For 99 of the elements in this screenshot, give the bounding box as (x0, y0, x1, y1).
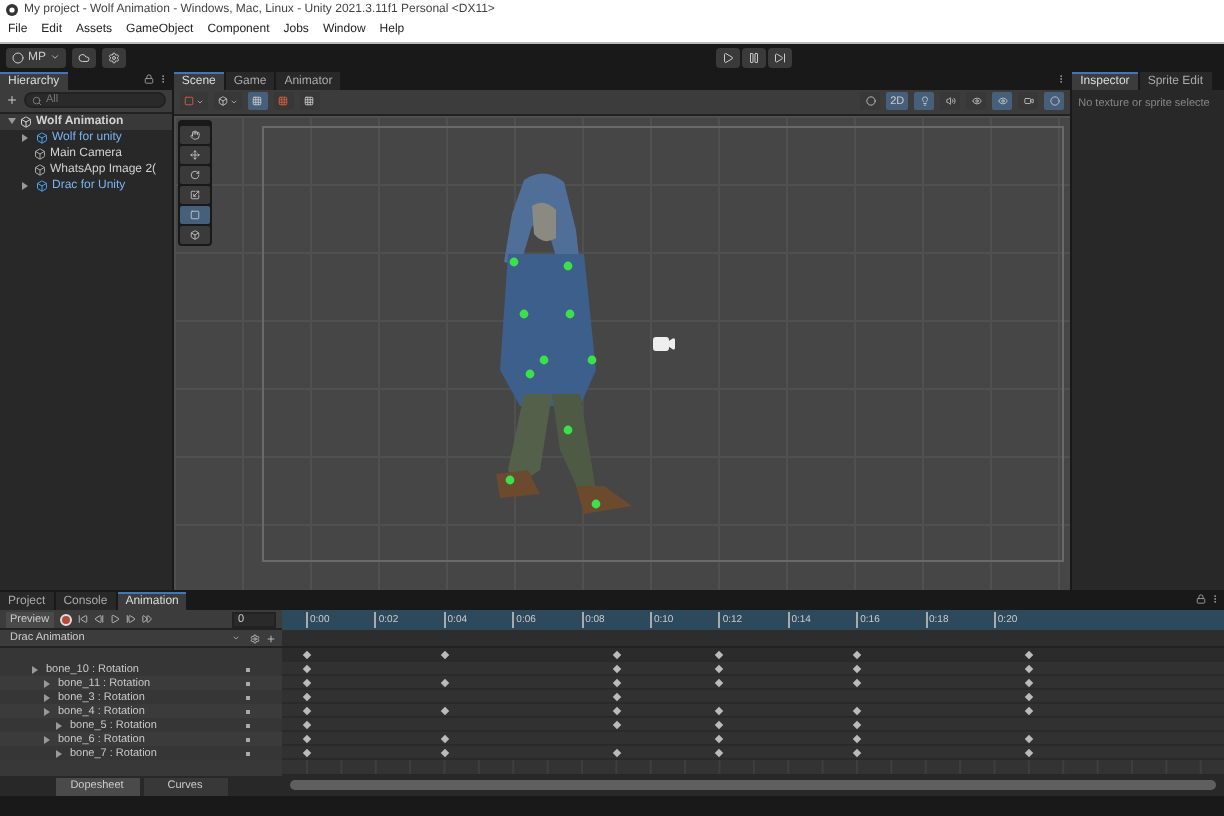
keyframe-icon[interactable] (302, 735, 312, 744)
audio-button[interactable] (940, 92, 961, 111)
step-button[interactable] (768, 47, 792, 68)
keyframe-icon[interactable] (715, 749, 724, 758)
keyframe-icon[interactable] (853, 749, 862, 758)
keyframe-icon[interactable] (440, 679, 449, 688)
keyframe-icon[interactable] (302, 679, 312, 688)
shading-button[interactable] (213, 92, 242, 111)
keyframe-icon[interactable] (612, 679, 621, 688)
tool-button[interactable] (179, 165, 210, 184)
keyframe-icon[interactable] (612, 749, 621, 758)
visibility-button[interactable] (992, 92, 1013, 111)
keyframe-icon[interactable] (715, 707, 724, 716)
camera-button[interactable] (1018, 92, 1039, 111)
grid-icon (278, 96, 289, 107)
caret-icon (50, 52, 60, 63)
grid-button[interactable] (247, 92, 268, 111)
cloud-button[interactable] (72, 47, 96, 68)
keyframe-icon[interactable] (302, 707, 312, 716)
keyframe-icon[interactable] (1025, 735, 1034, 744)
keyframe-icon[interactable] (715, 665, 724, 674)
keyframe-icon[interactable] (440, 707, 449, 716)
cube-icon (36, 179, 48, 192)
keyframe-icon[interactable] (715, 735, 724, 744)
pause-icon (748, 51, 760, 64)
keyframe-icon[interactable] (302, 665, 312, 674)
play-icon (722, 51, 734, 64)
last-frame-icon[interactable] (141, 614, 152, 625)
keyframe-icon[interactable] (1025, 679, 1034, 688)
tool-button[interactable] (179, 205, 210, 224)
keyframe-icon[interactable] (440, 735, 449, 744)
cube-icon (34, 163, 46, 176)
cube-icon (34, 147, 46, 160)
pause-button[interactable] (742, 47, 766, 68)
next-frame-icon[interactable] (125, 614, 136, 625)
keyframe-icon[interactable] (302, 693, 312, 702)
camera-icon (651, 331, 676, 356)
tool-button[interactable] (179, 145, 210, 164)
play-button[interactable] (716, 47, 740, 68)
grid-icon (252, 96, 263, 107)
rotate-icon (189, 169, 200, 180)
increment-button[interactable] (299, 92, 320, 111)
keyframe-icon[interactable] (1025, 707, 1034, 716)
keyframe-icon[interactable] (612, 707, 621, 716)
keyframe-icon[interactable] (1025, 651, 1034, 660)
grid-icon (304, 96, 315, 107)
camera-icon (1023, 96, 1034, 107)
settings-icon (108, 51, 120, 64)
hand-icon (189, 129, 200, 140)
keyframe-icon[interactable] (853, 651, 862, 660)
keyframe-icon[interactable] (853, 735, 862, 744)
render-button[interactable] (860, 92, 881, 111)
keyframe-icon[interactable] (302, 749, 312, 758)
lock-icon[interactable] (1196, 594, 1206, 605)
keyframe-icon[interactable] (612, 651, 621, 660)
move-icon (189, 149, 200, 160)
keyframe-icon[interactable] (1025, 749, 1034, 758)
keyframe-icon[interactable] (715, 679, 724, 688)
lightbulb-icon (919, 96, 930, 107)
gizmos-button[interactable] (1044, 92, 1065, 111)
keyframe-icon[interactable] (612, 721, 621, 730)
settings-button[interactable] (102, 47, 126, 68)
play-icon[interactable] (109, 614, 120, 625)
keyframe-icon[interactable] (440, 651, 449, 660)
lighting-button[interactable] (914, 92, 935, 111)
keyframe-icon[interactable] (1025, 665, 1034, 674)
keyframe-icon[interactable] (853, 707, 862, 716)
first-frame-icon[interactable] (77, 614, 88, 625)
keyframe-icon[interactable] (612, 665, 621, 674)
keyframe-icon[interactable] (853, 679, 862, 688)
speaker-icon (945, 96, 956, 107)
lock-icon[interactable] (143, 73, 154, 84)
scrollbar[interactable] (290, 779, 1216, 790)
cube-icon (36, 131, 48, 144)
keyframe-icon[interactable] (302, 721, 312, 730)
rect-icon (189, 209, 200, 220)
keyframe-icon[interactable] (853, 665, 862, 674)
tool-button[interactable] (179, 125, 210, 144)
keyframe-icon[interactable] (853, 721, 862, 730)
effects-button[interactable] (966, 92, 987, 111)
keyframe-icon[interactable] (715, 721, 724, 730)
keyframe-icon[interactable] (302, 651, 312, 660)
scale-icon (189, 189, 200, 200)
snap-button[interactable] (273, 92, 294, 111)
keyframe-icon[interactable] (612, 693, 621, 702)
record-button[interactable] (59, 613, 72, 626)
scene-icon (20, 115, 32, 128)
keyframe-icon[interactable] (440, 749, 449, 758)
eye-icon (997, 96, 1008, 107)
keyframe-icon[interactable] (1025, 693, 1034, 702)
previous-frame-icon[interactable] (93, 614, 104, 625)
add-icon[interactable] (6, 94, 18, 107)
search-icon (32, 95, 42, 106)
keyframe-icon[interactable] (715, 651, 724, 660)
step-icon (774, 51, 786, 64)
tool-button[interactable] (179, 185, 210, 204)
cube-icon (217, 96, 228, 107)
cloud-icon (78, 51, 90, 64)
tool-button[interactable] (179, 225, 210, 244)
